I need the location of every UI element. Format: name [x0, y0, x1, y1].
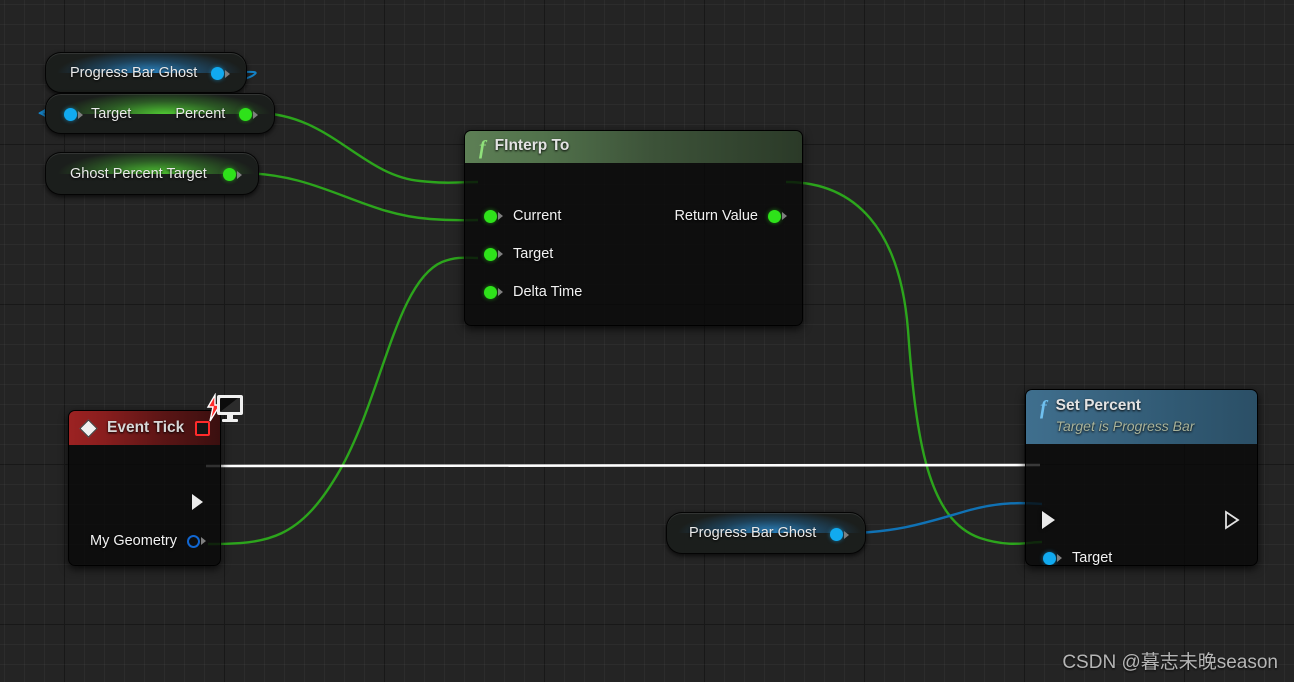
wire-percent-to-current: [255, 111, 479, 184]
pin-arrow-icon: [253, 110, 258, 119]
node-title: Set Percent: [1055, 397, 1141, 414]
node-title: Event Tick: [107, 419, 185, 436]
wire-ghostpercent-to-target: [239, 171, 479, 222]
pin-label-percent: Percent: [175, 105, 226, 122]
pin-arrow-icon: [498, 212, 503, 220]
pin-label-target: Target: [513, 246, 554, 262]
pin-out-exec[interactable]: [190, 493, 206, 516]
exec-arrow-icon: [1225, 510, 1240, 530]
interp-speed-value-field[interactable]: 1.0: [604, 325, 639, 326]
node-progress-bar-ghost-top[interactable]: Progress Bar Ghost: [45, 52, 247, 93]
node-body: Target In Percent: [1026, 444, 1257, 566]
node-body: My Geometry In Delta Time: [69, 445, 220, 565]
object-pin-icon: [187, 534, 200, 548]
monitor-lightning-glyph: [206, 392, 243, 422]
pin-in-current[interactable]: Current: [484, 208, 561, 224]
pin-arrow-icon: [237, 170, 242, 179]
pin-out-ghost-percent-target[interactable]: [223, 168, 242, 181]
object-pin-icon: [64, 108, 77, 121]
pin-label-return-value: Return Value: [674, 208, 758, 224]
node-event-tick[interactable]: Event Tick My Geometry In Delta Time: [68, 410, 221, 566]
pin-in-target[interactable]: Target: [484, 246, 553, 262]
object-pin-icon: [830, 528, 843, 541]
wire-exec-tick-to-setpercent: [205, 463, 1041, 468]
float-pin-icon: [768, 209, 781, 223]
pin-out-exec[interactable]: [1223, 510, 1241, 535]
pin-arrow-icon: [498, 288, 503, 296]
event-diamond-icon: [79, 418, 98, 438]
node-label: Ghost Percent Target: [70, 165, 207, 182]
function-icon: f: [1040, 397, 1047, 419]
pin-out-progress-bar-ghost[interactable]: [830, 528, 849, 541]
node-set-percent[interactable]: f Set Percent Target is Progress Bar Tar…: [1025, 389, 1258, 566]
watermark: CSDN @暮志未晚season: [1062, 652, 1278, 673]
pin-arrow-icon: [1057, 554, 1062, 562]
node-header[interactable]: Event Tick: [69, 411, 220, 445]
pin-arrow-icon: [844, 530, 849, 539]
node-header[interactable]: f Set Percent Target is Progress Bar: [1026, 390, 1257, 444]
function-icon: f: [479, 137, 486, 159]
pin-in-interp-speed[interactable]: Interp Speed 1.0: [484, 325, 640, 326]
wire-returnvalue-to-inpercent: [785, 180, 1043, 545]
pin-out-my-geometry[interactable]: My Geometry: [90, 533, 206, 549]
node-title: FInterp To: [494, 137, 570, 154]
node-title-group: Set Percent Target is Progress Bar: [1056, 398, 1195, 433]
wire-ghostbottom-to-settarget: [845, 501, 1043, 535]
pin-label-current: Current: [513, 208, 562, 224]
exec-arrow-icon: [192, 494, 203, 510]
node-finterp-to[interactable]: f FInterp To Current Target Delta Time R…: [464, 130, 803, 326]
float-pin-icon: [484, 285, 497, 299]
pin-arrow-icon: [78, 110, 83, 119]
float-pin-icon: [239, 108, 252, 121]
wire-indeltatime-to-deltatime: [207, 256, 479, 546]
node-label: Progress Bar Ghost: [70, 64, 198, 81]
pin-arrow-icon: [201, 537, 206, 545]
monitor-lightning-icon: [205, 392, 245, 429]
pin-out-percent[interactable]: [239, 108, 258, 121]
pin-label-delta-time: Delta Time: [513, 284, 583, 300]
pin-in-target[interactable]: Target: [1043, 550, 1113, 566]
pin-label-target: Target: [91, 105, 132, 122]
pin-label-my-geometry: My Geometry: [89, 533, 177, 549]
node-header[interactable]: f FInterp To: [465, 131, 802, 163]
pin-arrow-icon: [498, 250, 503, 258]
node-progress-bar-ghost-bottom[interactable]: Progress Bar Ghost: [666, 512, 866, 554]
blueprint-graph-canvas[interactable]: Progress Bar Ghost Target Percent Ghost …: [0, 0, 1294, 682]
pin-arrow-icon: [782, 212, 787, 220]
object-pin-icon: [1043, 551, 1056, 565]
pin-in-target[interactable]: [64, 108, 83, 121]
node-subtitle: Target is Progress Bar: [1055, 417, 1195, 434]
node-label: Progress Bar Ghost: [689, 525, 817, 541]
node-body: Current Target Delta Time Interp Speed 1…: [465, 163, 802, 326]
node-get-percent[interactable]: Target Percent: [45, 93, 275, 134]
object-pin-icon: [211, 67, 224, 80]
pin-in-exec[interactable]: [1042, 511, 1055, 529]
float-pin-icon: [223, 168, 236, 181]
pin-in-delta-time[interactable]: Delta Time: [484, 284, 582, 300]
float-pin-icon: [484, 247, 497, 261]
float-pin-icon: [484, 209, 497, 223]
pin-label-target: Target: [1072, 550, 1113, 566]
pin-out-return-value[interactable]: Return Value: [674, 208, 787, 224]
node-ghost-percent-target[interactable]: Ghost Percent Target: [45, 152, 259, 195]
pin-arrow-icon: [225, 69, 230, 78]
pin-out-progress-bar-ghost[interactable]: [211, 67, 230, 80]
